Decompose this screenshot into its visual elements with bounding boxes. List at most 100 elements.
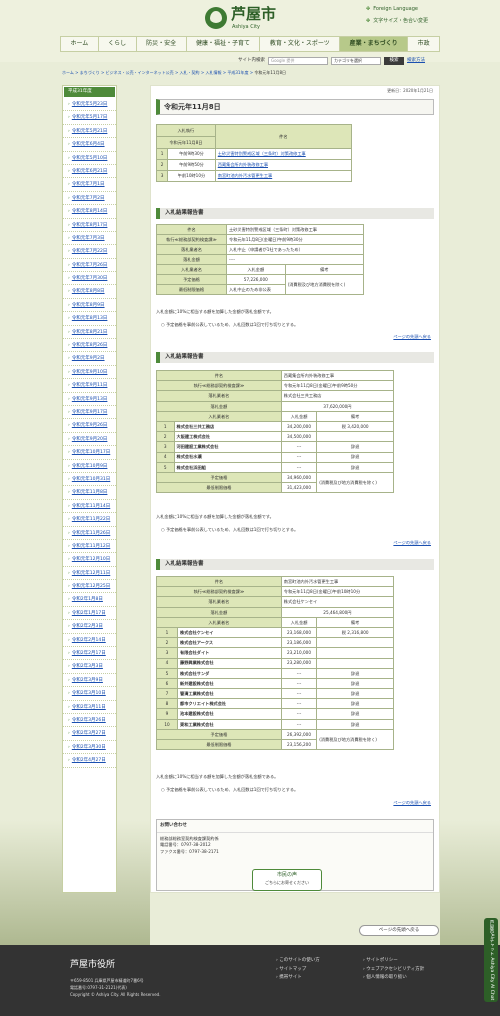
site-logo[interactable]: 芦屋市 Ashiya City (205, 5, 295, 33)
sidebar-item[interactable]: 令和2年4月27日 (63, 754, 116, 768)
ai-chat-button[interactable]: 芦屋市AIチャット Ashiya City AI Chat (484, 918, 498, 1002)
sidebar-item[interactable]: 令和元年10月9日 (63, 460, 116, 473)
sidebar-item[interactable]: 令和元年9月26日 (63, 419, 116, 433)
sidebar-item[interactable]: 令和2年3月30日 (63, 741, 116, 755)
site-sub: Ashiya City (232, 24, 260, 30)
sidebar-item[interactable]: 令和2年3月10日 (63, 687, 116, 701)
nav-home[interactable]: ホーム (61, 37, 99, 51)
schedule-link-3[interactable]: 南宮町池内外汚水管更生工事 (214, 170, 353, 182)
citizen-voice-button[interactable]: 市民の声 ごちらにお寄せください (252, 869, 322, 891)
sidebar-item[interactable]: 令和元年11月12日 (63, 540, 116, 554)
global-nav: ホーム くらし 防災・安全 健康・福祉・子育て 教育・文化・スポーツ 産業・まち… (60, 36, 440, 52)
sidebar-item[interactable]: 令和元年8月9日 (63, 299, 116, 313)
footer-tel: 電話番号:0797-31-2121(代表) (70, 984, 127, 990)
nav-industry[interactable]: 産業・まちづくり (340, 37, 409, 51)
site-search: サイト内検索 Google 提供 カテゴリを選択 検索 検索方法 (238, 57, 425, 65)
report-heading-1: 入札結果報告書 (156, 208, 434, 219)
sidebar-item[interactable]: 令和2年3月11日 (63, 701, 116, 714)
nav-safety[interactable]: 防災・安全 (137, 37, 187, 51)
back-to-top-link-3[interactable]: ページの先頭へ戻る (393, 800, 431, 805)
sidebar-item[interactable]: 令和2年3月26日 (63, 714, 116, 728)
sidebar-item[interactable]: 令和元年9月11日 (63, 379, 116, 393)
footer-address: 〒659-8501 兵庫県芦屋市精道町7番6号 (70, 978, 144, 983)
sidebar-item[interactable]: 令和元年7月30日 (63, 272, 116, 286)
search-howto-link[interactable]: 検索方法 (407, 58, 425, 64)
sidebar-item[interactable]: 令和2年2月17日 (63, 647, 116, 661)
sidebar-item[interactable]: 令和2年1月17日 (63, 607, 116, 621)
sidebar-item[interactable]: 令和元年8月8日 (63, 285, 116, 299)
nav-life[interactable]: くらし (99, 37, 137, 51)
inquiry-fax: ファクス番号：0797-38-2171 (160, 849, 219, 855)
sidebar-item[interactable]: 令和元年10月31日 (63, 473, 116, 487)
footer-link-accessibility[interactable]: › ウェブアクセシビリティ方針 (363, 966, 424, 975)
main-content: 更新日：2020年1月21日 令和元年11月8日 入札執行 件名 令和元年11月8… (150, 85, 440, 893)
nav-city[interactable]: 市政 (408, 37, 439, 51)
sidebar-item[interactable]: 令和2年3月27日 (63, 727, 116, 741)
schedule-link-1[interactable]: 土砂災害特別警戒区域（三条町）対策改修工事 (214, 148, 353, 160)
sidebar-item[interactable]: 令和元年6月4日 (63, 138, 116, 152)
sidebar-item[interactable]: 令和元年8月14日 (63, 205, 116, 219)
search-input[interactable]: Google 提供 (268, 57, 328, 65)
search-label: サイト内検索 (238, 58, 265, 64)
sidebar-item[interactable]: 令和元年11月14日 (63, 500, 116, 514)
category-select[interactable]: カテゴリを選択 (331, 57, 381, 65)
search-button[interactable]: 検索 (384, 57, 404, 65)
footer-link-policy[interactable]: › サイトポリシー (363, 957, 424, 966)
sidebar-item[interactable]: 令和2年2月14日 (63, 634, 116, 648)
sidebar-item[interactable]: 令和2年1月8日 (63, 593, 116, 607)
footer-link-privacy[interactable]: › 個人情報の取り扱い (363, 974, 424, 983)
sidebar-title[interactable]: 平成31年度 (64, 87, 115, 97)
nav-education[interactable]: 教育・文化・スポーツ (260, 37, 341, 51)
sidebar-item[interactable]: 令和元年7月22日 (63, 245, 116, 259)
sidebar-item[interactable]: 令和元年8月21日 (63, 326, 116, 340)
table-row: 2 大阪建工株式会社 34,500,000 (156, 431, 394, 443)
sidebar-item[interactable]: 令和元年7月3日 (63, 232, 116, 246)
report-table-1: 件名 土砂災害特別警戒区域（三条町）対策改修工事 執行≪総務部契約検査課≫ 令和元年… (156, 224, 365, 295)
foreign-language-link[interactable]: ✤ Foreign Language (366, 6, 428, 12)
back-to-top-link-1[interactable]: ページの先頭へ戻る (393, 334, 431, 339)
sidebar-item[interactable]: 令和2年3月3日 (63, 660, 116, 674)
sidebar-item[interactable]: 令和元年12月10日 (63, 553, 116, 567)
sidebar-item[interactable]: 令和元年9月20日 (63, 433, 116, 447)
sidebar-item[interactable]: 令和元年9月17日 (63, 406, 116, 420)
sidebar-item[interactable]: 令和元年7月1日 (63, 178, 116, 192)
footer: 芦屋市役所 〒659-8501 兵庫県芦屋市精道町7番6号 電話番号:0797-… (0, 945, 500, 1016)
sidebar-item[interactable]: 令和2年2月3日 (63, 620, 116, 634)
sidebar-item[interactable]: 令和元年11月22日 (63, 513, 116, 527)
sidebar-item[interactable]: 令和元年5月10日 (63, 152, 116, 165)
sidebar-item[interactable]: 令和元年12月11日 (63, 567, 116, 581)
footer-link-howto[interactable]: › このサイトの使い方 (276, 957, 320, 966)
page-top-button[interactable]: ページの先頭へ戻る (359, 925, 439, 936)
sidebar-item[interactable]: 令和元年11月26日 (63, 527, 116, 540)
back-to-top-link-2[interactable]: ページの先頭へ戻る (393, 540, 431, 545)
header: 芦屋市 Ashiya City ✤ Foreign Language ✤ 文字サイズ… (0, 0, 500, 62)
sidebar-item[interactable]: 令和元年10月17日 (63, 446, 116, 460)
sidebar-item[interactable]: 令和元年8月13日 (63, 312, 116, 326)
sidebar-item[interactable]: 令和元年8月26日 (63, 339, 116, 353)
schedule-link-2[interactable]: 西蔵集会所内外装改修工事 (214, 159, 353, 171)
table-row: 1 株式会社ケンセイ 23,168,000 税 2,316,800 (156, 626, 394, 639)
sidebar-item[interactable]: 令和元年9月13日 (63, 393, 116, 406)
sidebar-item[interactable]: 令和元年12月25日 (63, 580, 116, 594)
sidebar-item[interactable]: 令和元年5月17日 (63, 111, 116, 125)
footer-link-sitemap[interactable]: › サイトマップ (276, 966, 320, 975)
nav-health[interactable]: 健康・福祉・子育て (187, 37, 261, 51)
report-heading-3: 入札結果報告書 (156, 559, 434, 570)
sidebar-item[interactable]: 令和元年5月21日 (63, 125, 116, 139)
table-row: 6 新井建設株式会社 --- 辞退 (156, 677, 394, 690)
report-table-2: 件名 西蔵集会所内外装改修工事 執行≪総務部契約検査課≫ 令和元年11月8日(金曜日… (156, 369, 395, 494)
breadcrumb[interactable]: ホーム > まちづくり > ビジネス・公売・インターネット公売 > 入札・契約 … (62, 70, 286, 75)
sidebar-item[interactable]: 令和元年6月21日 (63, 165, 116, 179)
sidebar-item[interactable]: 令和元年9月10日 (63, 366, 116, 380)
sidebar-item[interactable]: 令和2年3月9日 (63, 674, 116, 688)
sidebar-item[interactable]: 令和元年11月8日 (63, 486, 116, 500)
sidebar-item[interactable]: 令和元年8月17日 (63, 219, 116, 232)
sidebar-list: 令和元年5月23日令和元年5月17日令和元年5月21日令和元年6月4日令和元年5… (63, 98, 116, 768)
page-title: 令和元年11月8日 (156, 99, 434, 115)
footer-link-mobile[interactable]: › 携帯サイト (276, 974, 320, 983)
sidebar-item[interactable]: 令和元年9月2日 (63, 352, 116, 366)
sidebar-item[interactable]: 令和元年5月23日 (63, 98, 116, 112)
sidebar-item[interactable]: 令和元年7月26日 (63, 259, 116, 273)
font-size-link[interactable]: ✤ 文字サイズ・色合い変更 (366, 18, 428, 24)
sidebar-item[interactable]: 令和元年7月2日 (63, 192, 116, 206)
